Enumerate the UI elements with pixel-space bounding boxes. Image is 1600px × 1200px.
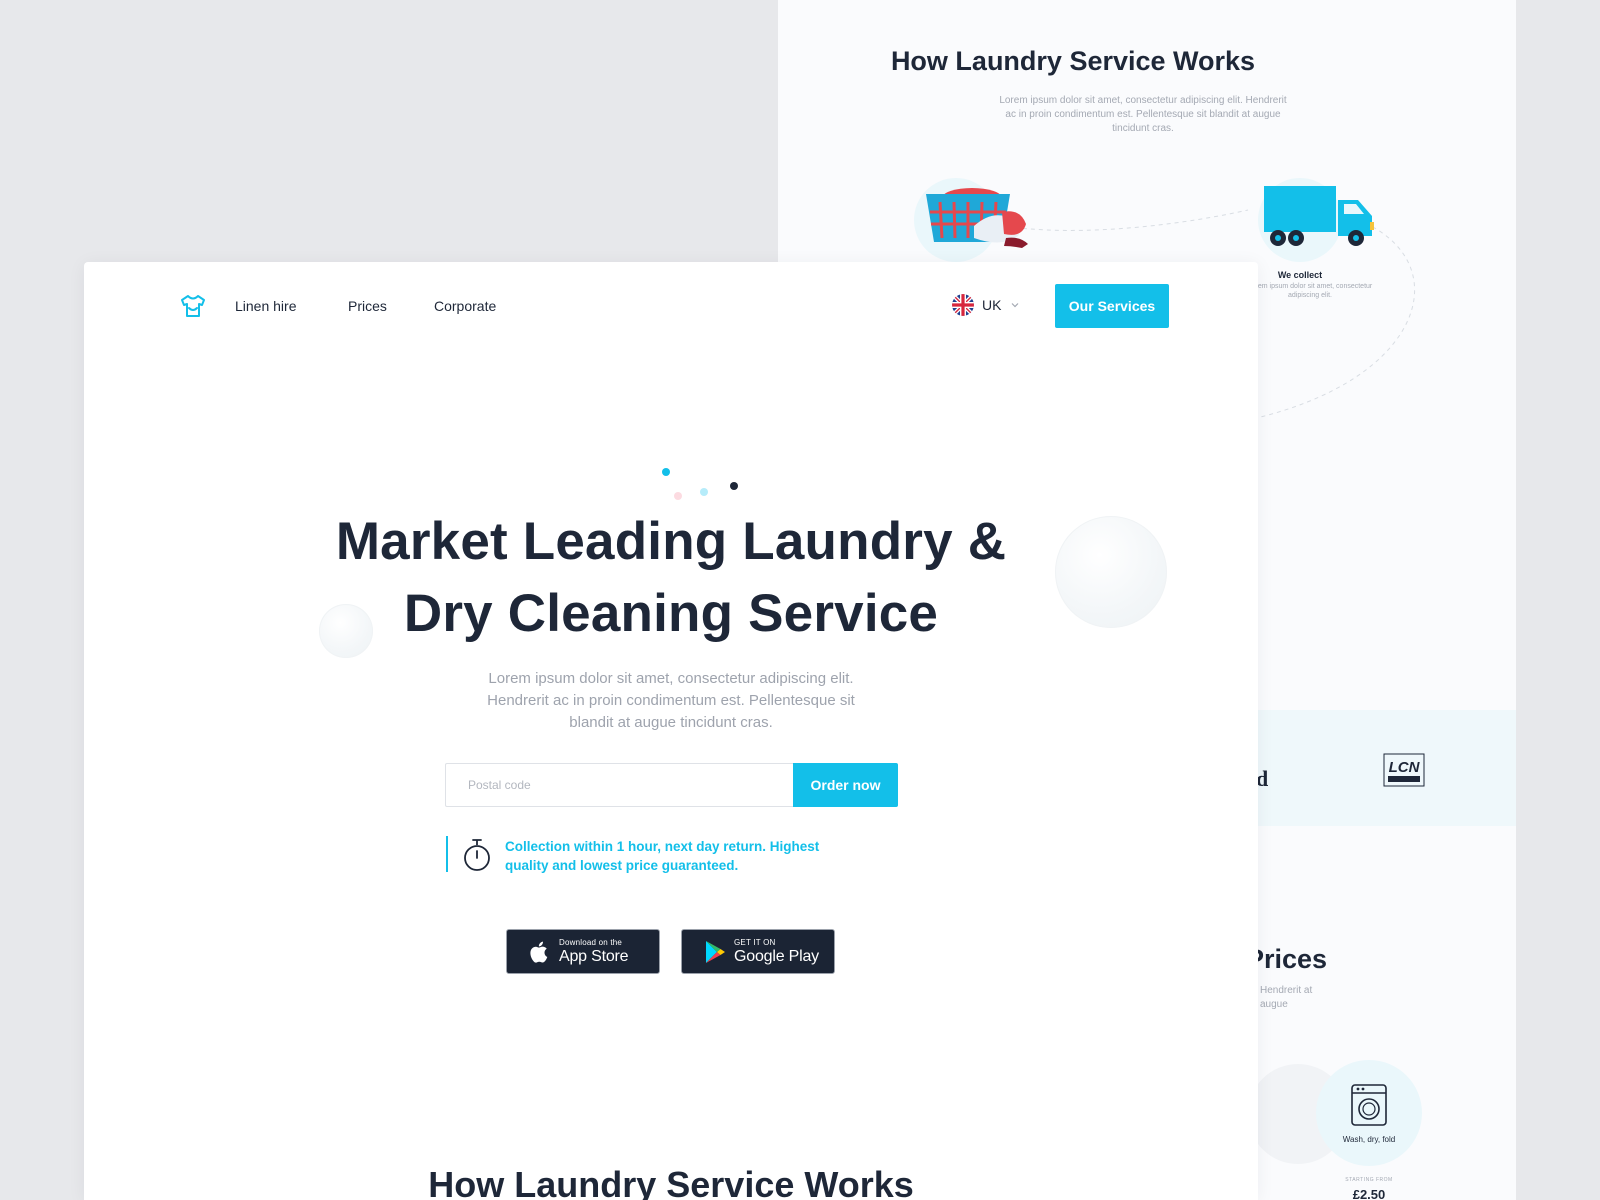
guarantee-text-line-1: Collection within 1 hour, next day retur… (505, 839, 820, 854)
tshirt-logo-icon[interactable] (180, 294, 206, 318)
guarantee-text: Collection within 1 hour, next day retur… (505, 837, 865, 875)
guarantee-text-line-2: quality and lowest price guaranteed. (505, 858, 739, 873)
hero-subtitle-line-2: Hendrerit ac in proin condimentum est. P… (487, 692, 855, 709)
bg-step-collect-text: Lorem ipsum dolor sit amet, consectetur … (1247, 283, 1373, 299)
app-store-label: Download on the App Store (559, 937, 629, 965)
uk-flag-icon (952, 294, 974, 316)
hero-title: Market Leading Laundry & Dry Cleaning Se… (84, 506, 1258, 650)
google-play-label: GET IT ON Google Play (734, 937, 819, 965)
svg-text:LCN: LCN (1389, 759, 1421, 776)
hero-title-line-1: Market Leading Laundry & (335, 512, 1007, 571)
guarantee-note: Collection within 1 hour, next day retur… (446, 836, 866, 874)
nav-link-corporate[interactable]: Corporate (434, 298, 496, 314)
our-services-button[interactable]: Our Services (1055, 284, 1169, 328)
guarantee-accent-bar (446, 836, 448, 872)
delivery-truck-icon (1264, 186, 1374, 246)
top-navigation: Linen hire Prices Corporate UK Our Servi… (84, 262, 1258, 348)
language-selector[interactable]: UK (952, 294, 1021, 316)
landing-page-card: Linen hire Prices Corporate UK Our Servi… (84, 262, 1258, 1200)
chevron-down-icon (1012, 303, 1019, 308)
app-store-small-text: Download on the (559, 937, 623, 947)
app-store-big-text: App Store (559, 947, 629, 965)
bg-prices-title-fragment: Prices (1246, 944, 1328, 974)
google-play-button[interactable]: GET IT ON Google Play (681, 929, 835, 974)
nav-link-linen-hire[interactable]: Linen hire (235, 298, 297, 314)
laundry-basket-icon (926, 188, 1028, 248)
google-play-icon (706, 940, 725, 963)
bg-step-collect-title: We collect (1277, 270, 1323, 280)
how-it-works-title: How Laundry Service Works (428, 1164, 914, 1200)
bg-service-starting-from: STARTING FROM (1345, 1177, 1393, 1183)
google-play-small-text: GET IT ON (734, 937, 776, 947)
order-now-button[interactable]: Order now (793, 763, 898, 807)
bg-service-price: £2.50 (1352, 1187, 1386, 1200)
apple-icon (530, 941, 548, 963)
hero-subtitle-line-1: Lorem ipsum dolor sit amet, consectetur … (488, 670, 854, 687)
postal-code-input[interactable] (445, 763, 793, 807)
washing-machine-icon (1351, 1084, 1387, 1126)
nav-link-prices[interactable]: Prices (348, 298, 387, 314)
hero-subtitle-line-3: blandit at augue tincidunt cras. (569, 714, 773, 731)
app-store-button[interactable]: Download on the App Store (506, 929, 660, 974)
hero-title-line-2: Dry Cleaning Service (403, 584, 939, 643)
bg-service-wash-label: Wash, dry, fold (1342, 1135, 1396, 1144)
order-form: Order now (445, 763, 898, 807)
decorative-dots (662, 468, 738, 500)
google-play-big-text: Google Play (734, 947, 819, 965)
language-label: UK (982, 297, 1002, 313)
hero-subtitle: Lorem ipsum dolor sit amet, consectetur … (464, 668, 878, 734)
bg-prices-subtitle-fragment: Hendrerit at augue (1260, 985, 1313, 1010)
lcn-awards-badge-icon: LCN (1383, 753, 1425, 787)
stopwatch-icon (464, 839, 490, 871)
